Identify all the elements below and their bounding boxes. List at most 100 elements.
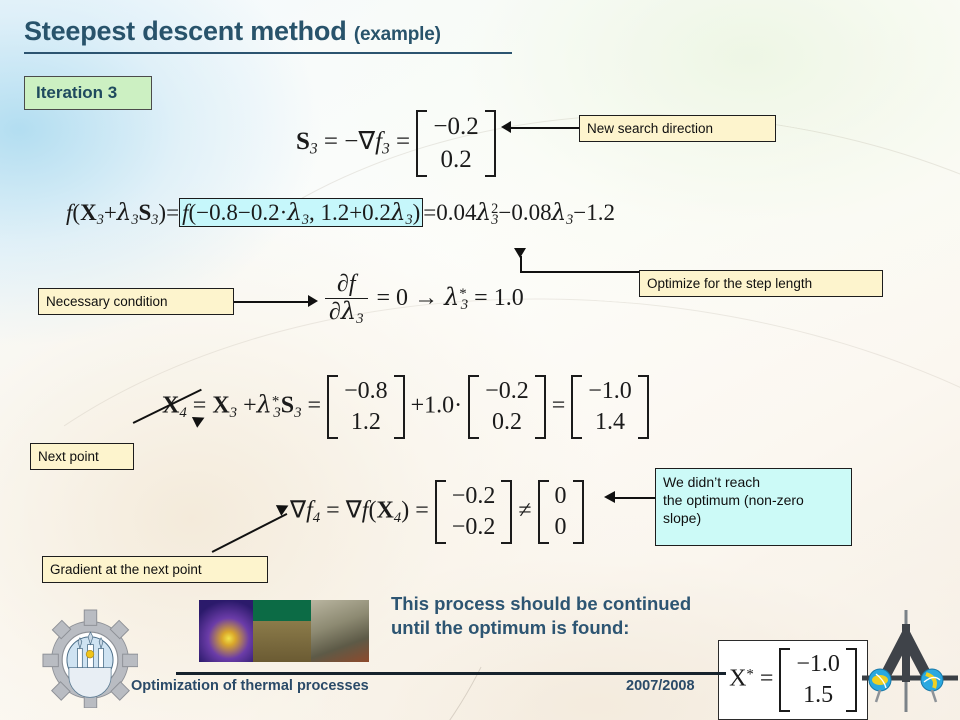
bracket-left [468,375,480,440]
bracket-left [327,375,339,440]
eq5-grad: ∇ [290,497,307,524]
footer-course-title: Optimization of thermal processes [131,678,369,694]
final-optimum-box: X* = −1.0 1.5 [718,640,868,720]
eq3-lambda-sub: 3 [460,297,469,314]
bracket-left [537,480,549,545]
arrowhead-optimize-step-length [514,248,526,258]
eq5-v-bottom: −0.2 [451,514,496,541]
eq4-S: S [280,392,295,419]
eq4-v1-bottom: 1.2 [350,409,381,436]
eq2-rhs-lambda: λ [476,200,492,226]
callout-gradient-at-next-point: Gradient at the next point [42,556,268,583]
arrow-line-optimize-horizontal [520,271,640,273]
eq2-lambda-sub: 3 [131,211,139,228]
arrow-line-gradient-next-point [211,512,288,553]
bracket-right [572,480,584,545]
eq3-numerator: ∂f [336,271,356,297]
globe-icon-left [868,668,892,703]
eq1-vec-bottom: 0.2 [440,145,472,173]
callout-not-reached-optimum: We didn’t reach the optimum (non-zero sl… [655,468,852,546]
eq2-rhs-b: −0.08 [498,200,552,225]
equation-next-point: X4 = X3 +λ*3S3 = −0.8 1.2 +1.0· −0.2 0.2… [162,375,649,440]
eq3-implies: → [414,285,439,312]
eq1-S: S [296,128,310,156]
eq3-value: 1.0 [493,285,524,312]
eq2-hl-body-b: , 1.2+0.2 [308,200,391,225]
eqf-v-bottom: 1.5 [803,682,834,708]
vector-cells: 0 0 [549,480,573,544]
eq1-f: f [375,128,383,156]
eq4-v3-bottom: 1.4 [595,409,626,436]
conclusion-line-2: until the optimum is found: [391,617,630,639]
callout-not-optimum-line-2: the optimum (non-zero [663,491,804,508]
eq4-v3-top: −1.0 [588,378,632,404]
equation-gradient-next-point: ∇f4 = ∇f(X4) = −0.2 −0.2 ≠ 0 0 [290,480,584,545]
title-underline [24,52,512,54]
footer-academic-year: 2007/2008 [626,678,695,694]
eq2-equals-2: = [423,200,437,225]
vector-cells: −0.8 1.2 [338,375,394,439]
eq5-equals-2: = [415,497,429,524]
globe-icon-right [920,668,944,703]
arrowhead-new-search-direction [501,121,511,133]
eq5-not-equal: ≠ [518,497,532,524]
vector-cells: −1.0 1.4 [582,375,638,439]
eqf-vector: −1.0 1.5 [779,647,857,713]
eq4-vector-1: −0.8 1.2 [327,375,405,440]
callout-gradient-at-next-point-label: Gradient at the next point [50,561,202,577]
eq4-vector-2: −0.2 0.2 [468,375,546,440]
callout-necessary-condition-label: Necessary condition [46,293,168,309]
bracket-left [571,375,583,440]
arrowhead-gradient-next-point [275,500,292,516]
bracket-left [416,110,428,177]
slide-canvas: Steepest descent method (example) Iterat… [0,0,960,720]
eq1-S-sub: 3 [309,140,318,158]
eq2-X: X [80,200,97,225]
eq5-zero-vector: 0 0 [537,480,584,545]
vector-cells: −1.0 1.5 [790,648,846,712]
eqf-X: X [729,665,747,692]
eq1-vec-top: −0.2 [433,113,479,140]
eq4-lambda: λ [256,390,272,419]
m-logo-mark [862,610,958,712]
arrowhead-necessary-condition [308,295,318,307]
equation-necessary-condition: ∂f ∂λ3 = 0 → λ*3 = 1.0 [322,271,524,327]
partial-derivative-fraction: ∂f ∂λ3 [325,271,368,327]
eq2-hl-lambda-sub: 3 [301,211,309,228]
eq1-minus-grad: −∇ [344,128,376,156]
arrow-line-optimize-vertical [520,256,522,272]
eq4-X3: X [212,392,230,419]
eq4-S-sub: 3 [294,404,302,421]
conclusion-line-1: This process should be continued [391,593,692,614]
eq3-lambda: λ [444,283,460,312]
eq1-f-sub: 3 [382,140,390,158]
iteration-badge: Iteration 3 [24,76,152,110]
eq2-close: ) [158,200,167,225]
bracket-left [434,480,446,545]
eq4-plus-step: +1.0· [410,392,463,419]
photo-turbine-rotor [253,600,311,662]
conclusion-text: This process should be continued until t… [391,592,771,641]
eq2-S: S [138,200,152,225]
eqf-v-top: −1.0 [796,650,840,677]
eq4-equals-3: = [551,392,566,419]
eq4-lambda-sub: 3 [273,404,281,421]
callout-optimize-step-length-label: Optimize for the step length [647,275,813,291]
bracket-right [501,480,513,545]
eq5-f-sub: 4 [312,509,321,526]
bracket-right [484,110,496,177]
slide-title-main: Steepest descent method [24,16,347,46]
callout-not-optimum-line-1: We didn’t reach [663,474,761,490]
vector-cells: −0.2 0.2 [479,375,535,439]
eq2-rhs-c: −1.2 [573,200,616,225]
eqf-X-star: * [746,666,754,683]
eq2-hl-body-a: (−0.8−0.2· [188,200,288,225]
bracket-right [845,647,857,713]
equation-line-function: f(X3+λ3S3)= f(−0.8−0.2·λ3, 1.2+0.2λ3) =0.0… [66,198,616,229]
bracket-right [534,375,546,440]
eq1-equals-2: = [396,128,411,156]
university-logo [42,609,138,708]
eq5-z-bottom: 0 [554,514,567,541]
eq3-equals: = [474,285,488,312]
vector-cells: −0.2 0.2 [427,110,484,177]
